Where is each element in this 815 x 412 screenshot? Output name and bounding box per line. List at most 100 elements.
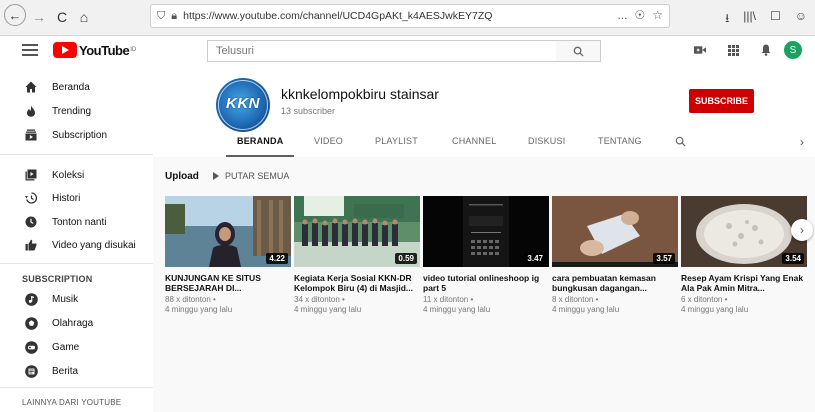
- reload-button[interactable]: C: [54, 6, 70, 28]
- subscription-heading: SUBSCRIPTION: [22, 274, 93, 284]
- channel-search-icon[interactable]: [675, 134, 686, 152]
- sidebar-item-berita[interactable]: Berita: [0, 359, 153, 383]
- video-views: 8 x ditonton •: [552, 295, 599, 304]
- video-views: 34 x ditonton •: [294, 295, 345, 304]
- notifications-bell-icon[interactable]: [760, 44, 772, 56]
- video-thumbnail[interactable]: 3.47: [423, 196, 549, 267]
- channel-page: KKN kknkelompokbiru stainsar 13 subscrib…: [153, 67, 815, 412]
- video-card[interactable]: 3.57 cara pembuatan kemasan bungkusan da…: [552, 196, 678, 315]
- chevron-right-icon: ›: [800, 223, 804, 237]
- library-icon: [24, 168, 38, 182]
- video-title[interactable]: KUNJUNGAN KE SITUS BERSEJARAH DI...: [165, 273, 291, 293]
- sidebar-item-tonton-nanti[interactable]: Tonton nanti: [0, 210, 153, 234]
- download-icon[interactable]: ⭳: [725, 9, 729, 30]
- video-title[interactable]: cara pembuatan kemasan bungkusan daganga…: [552, 273, 678, 293]
- video-views: 6 x ditonton •: [681, 295, 728, 304]
- back-button[interactable]: ←: [4, 4, 26, 26]
- tab-tentang[interactable]: TENTANG: [598, 136, 642, 146]
- library-icon[interactable]: |||\: [743, 9, 756, 30]
- video-thumbnail[interactable]: 0.59: [294, 196, 420, 267]
- sidebar-item-histori[interactable]: Histori: [0, 186, 153, 210]
- search-icon: [573, 46, 584, 57]
- sidebar: Beranda Trending Subscription Koleksi Hi…: [0, 67, 153, 412]
- sidebar-item-beranda[interactable]: Beranda: [0, 75, 153, 99]
- sidebar-item-label: Tonton nanti: [52, 216, 107, 228]
- sidebar-item-subscription[interactable]: Subscription: [0, 123, 153, 147]
- lock-icon[interactable]: 🔒︎: [171, 10, 177, 23]
- video-card[interactable]: 3.54 Resep Ayam Krispi Yang Enak Ala Pak…: [681, 196, 807, 315]
- create-video-icon[interactable]: [694, 44, 706, 56]
- sidebar-item-label: Berita: [52, 365, 79, 377]
- user-avatar[interactable]: S: [784, 41, 802, 59]
- search-box[interactable]: [207, 40, 557, 62]
- video-age: 4 minggu yang lalu: [552, 305, 620, 314]
- game-icon: [24, 340, 38, 354]
- video-title[interactable]: Resep Ayam Krispi Yang Enak Ala Pak Amin…: [681, 273, 807, 293]
- video-views: 11 x ditonton •: [423, 295, 474, 304]
- sidebar-item-label: Histori: [52, 192, 81, 204]
- channel-name: kknkelompokbiru stainsar: [281, 86, 439, 102]
- youtube-logo[interactable]: YouTube ID: [53, 42, 136, 58]
- video-duration: 4.22: [266, 253, 288, 264]
- video-card[interactable]: 3.47 video tutorial onlineshoop ig part …: [423, 196, 549, 315]
- account-icon[interactable]: ☺: [795, 9, 807, 30]
- tab-beranda[interactable]: BERANDA: [237, 136, 283, 146]
- sports-icon: [24, 316, 38, 330]
- url-text[interactable]: https://www.youtube.com/channel/UCD4GpAK…: [183, 10, 492, 22]
- sidebar-item-olahraga[interactable]: Olahraga: [0, 311, 153, 335]
- tab-video[interactable]: VIDEO: [314, 136, 343, 146]
- sidebar-item-trending[interactable]: Trending: [0, 99, 153, 123]
- search-button[interactable]: [556, 40, 601, 62]
- video-card[interactable]: 4.22 KUNJUNGAN KE SITUS BERSEJARAH DI...…: [165, 196, 291, 315]
- channel-avatar[interactable]: KKN: [216, 78, 270, 132]
- sidebar-item-musik[interactable]: Musik: [0, 287, 153, 311]
- news-icon: [24, 364, 38, 378]
- clock-icon: [24, 215, 38, 229]
- youtube-wordmark: YouTube: [79, 42, 130, 58]
- sidebar-item-label: Game: [52, 341, 80, 353]
- video-title[interactable]: video tutorial onlineshoop ig part 5: [423, 273, 549, 293]
- video-duration: 3.57: [653, 253, 675, 264]
- pocket-icon[interactable]: ☉: [634, 8, 645, 22]
- page-actions-icon[interactable]: ...: [617, 8, 627, 22]
- address-bar[interactable]: ⛉ 🔒︎ https://www.youtube.com/channel/UCD…: [150, 4, 670, 28]
- video-age: 4 minggu yang lalu: [294, 305, 362, 314]
- subscribe-button[interactable]: SUBSCRIBE: [689, 89, 754, 113]
- sidebar-item-game[interactable]: Game: [0, 335, 153, 359]
- sidebar-divider: [0, 387, 153, 388]
- video-age: 4 minggu yang lalu: [681, 305, 749, 314]
- channel-tabs: BERANDA VIDEO PLAYLIST CHANNEL DISKUSI T…: [153, 129, 815, 157]
- tabs-scroll-right-icon[interactable]: ›: [800, 135, 804, 149]
- sidebar-item-label: Video yang disukai: [52, 239, 136, 251]
- subscriptions-icon: [24, 128, 38, 142]
- sidebar-toggle-icon[interactable]: ☐: [770, 9, 781, 30]
- video-card[interactable]: 0.59 Kegiata Kerja Sosial KKN-DR Kelompo…: [294, 196, 420, 315]
- tab-diskusi[interactable]: DISKUSI: [528, 136, 565, 146]
- youtube-play-icon: [53, 42, 77, 58]
- video-duration: 3.47: [524, 253, 546, 264]
- video-age: 4 minggu yang lalu: [423, 305, 491, 314]
- play-all-button[interactable]: PUTAR SEMUA: [213, 171, 289, 181]
- carousel-next-button[interactable]: ›: [791, 219, 813, 241]
- video-thumbnail[interactable]: 4.22: [165, 196, 291, 267]
- video-title[interactable]: Kegiata Kerja Sosial KKN-DR Kelompok Bir…: [294, 273, 420, 293]
- home-button[interactable]: ⌂: [76, 6, 92, 28]
- search-input[interactable]: [208, 45, 528, 57]
- sidebar-item-label: Trending: [52, 105, 92, 117]
- shelf-title[interactable]: Upload: [165, 171, 199, 182]
- menu-icon[interactable]: [22, 44, 38, 56]
- forward-button[interactable]: →: [31, 6, 47, 28]
- sidebar-item-koleksi[interactable]: Koleksi: [0, 163, 153, 187]
- bookmark-star-icon[interactable]: ☆: [652, 8, 663, 22]
- sidebar-item-label: Musik: [52, 293, 79, 305]
- video-thumbnail[interactable]: 3.57: [552, 196, 678, 267]
- tab-playlist[interactable]: PLAYLIST: [375, 136, 418, 146]
- region-code: ID: [130, 47, 137, 53]
- tab-channel[interactable]: CHANNEL: [452, 136, 496, 146]
- sidebar-item-video-disukai[interactable]: Video yang disukai: [0, 233, 153, 257]
- shield-icon[interactable]: ⛉: [157, 10, 165, 23]
- video-thumbnail[interactable]: 3.54: [681, 196, 807, 267]
- sidebar-item-label: Olahraga: [52, 317, 94, 329]
- subscriber-count: 13 subscriber: [281, 106, 336, 116]
- apps-grid-icon[interactable]: [727, 44, 739, 56]
